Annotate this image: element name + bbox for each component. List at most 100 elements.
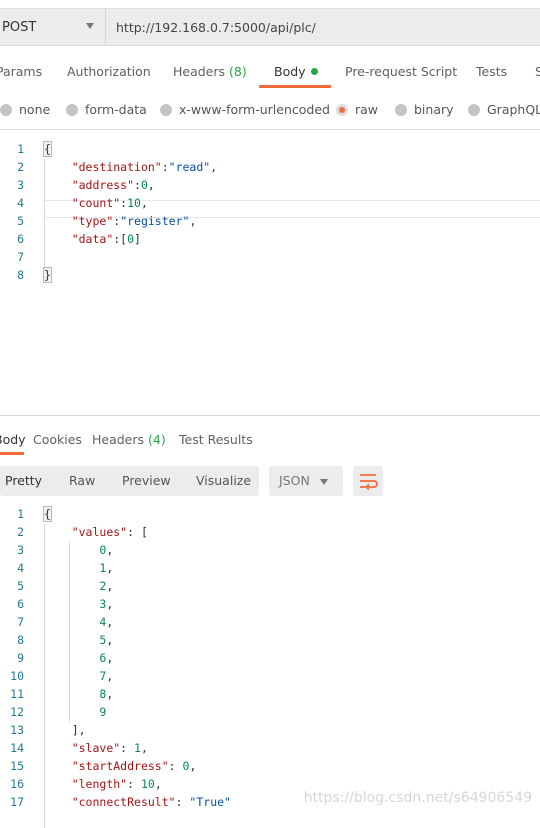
tab-authorization[interactable]: Authorization [67,64,151,79]
code-line: { [43,506,52,522]
code-line: 1, [44,561,113,575]
json-punctuation: , [106,633,114,647]
tab-tests[interactable]: Tests [476,64,507,79]
tab-params[interactable]: Params [0,64,42,79]
code-line: 4, [44,615,113,629]
tab-label: Body [274,64,306,79]
view-preview-button[interactable]: Preview [122,473,171,488]
radio-icon [66,103,78,116]
format-select[interactable]: JSON [269,466,343,496]
json-punctuation [44,214,72,228]
json-punctuation: : [120,741,135,755]
json-key: "address" [71,178,135,192]
code-line: { [43,141,52,157]
radio-raw[interactable]: raw [336,102,378,117]
response-tab-cookies[interactable]: Cookies [33,432,82,447]
tab-headers[interactable]: Headers (8) [173,64,247,79]
radio-graphql[interactable]: GraphQL [468,102,540,117]
watermark: https://blog.csdn.net/s64906549 [303,790,532,806]
view-pretty-button[interactable]: Pretty [5,473,42,488]
url-input[interactable]: http://192.168.0.7:5000/api/plc/ [116,9,316,45]
json-key: "length" [71,777,128,791]
status-dot-icon [310,68,318,75]
json-punctuation: , [106,687,114,701]
json-punctuation [44,759,72,773]
line-number: 6 [17,597,24,611]
response-tab-test-results[interactable]: Test Results [179,432,253,447]
json-punctuation: : [127,777,141,791]
json-punctuation: , [147,178,155,192]
active-tab-indicator [259,85,331,88]
code-line: "address":0, [44,178,155,192]
radio-label: form-data [85,102,147,117]
line-number: 7 [17,615,24,629]
json-key: "connectResult" [71,795,176,809]
json-punctuation [44,615,99,629]
code-line: 3, [44,597,113,611]
response-tab-body[interactable]: Body [0,432,26,447]
tab-body[interactable]: Body [274,64,318,79]
json-key: "destination" [71,160,162,174]
json-string: "True" [189,795,231,809]
radio-binary[interactable]: binary [395,102,454,117]
line-number: 1 [17,507,24,521]
tab-settings[interactable]: S [535,64,540,79]
request-body-editor[interactable]: 1{2 "destination":"read", 3 "address":0, 4… [0,141,540,411]
radio-x-www-form-urlencoded[interactable]: x-www-form-urlencoded [160,102,330,117]
json-punctuation: , [106,651,114,665]
json-key: "values" [71,525,128,539]
json-punctuation [44,669,99,683]
request-bar: POST http://192.168.0.7:5000/api/plc/ [0,8,540,46]
json-number: 10 [127,196,141,210]
json-key: "count" [71,196,121,210]
json-punctuation [44,232,72,246]
json-key: "slave" [71,741,121,755]
tab-pre-request-script[interactable]: Pre-request Script [345,64,457,79]
code-line: 8, [44,687,113,701]
json-punctuation: ] [134,232,141,246]
json-number: 9 [99,705,107,719]
json-punctuation: { [43,141,52,157]
code-line: 9 [44,705,106,719]
json-punctuation: , [106,543,114,557]
json-punctuation [44,687,99,701]
response-tab-headers[interactable]: Headers (4) [92,432,166,447]
line-number: 9 [17,651,24,665]
chevron-down-icon [86,23,94,29]
headers-count: (8) [229,64,247,79]
code-line: ], [44,723,86,737]
code-line: } [43,267,52,283]
line-number: 11 [10,687,24,701]
line-number: 5 [17,579,24,593]
json-punctuation: , [140,741,148,755]
json-punctuation [44,561,99,575]
radio-form-data[interactable]: form-data [66,102,147,117]
json-string: "read" [168,160,211,174]
view-mode-group: Pretty Raw Preview Visualize [0,466,259,496]
radio-icon [160,103,172,116]
json-punctuation [44,705,99,719]
json-number: 1 [134,741,141,755]
json-punctuation: } [43,267,52,283]
json-key: "type" [71,214,114,228]
json-punctuation: , [210,160,218,174]
radio-none[interactable]: none [0,102,50,117]
chevron-down-icon [320,479,328,485]
wrap-lines-icon [360,474,378,491]
wrap-lines-button[interactable] [353,466,383,496]
method-select[interactable]: POST [0,9,106,45]
radio-label: binary [414,102,454,117]
line-number: 2 [17,160,24,174]
json-punctuation: :[ [113,232,128,246]
json-number: 0 [127,232,135,246]
view-raw-button[interactable]: Raw [69,473,95,488]
json-punctuation [44,178,72,192]
radio-label: none [19,102,51,117]
json-punctuation: : [161,160,169,174]
code-line: "destination":"read", [44,160,217,174]
json-punctuation [44,741,72,755]
json-punctuation: : [168,759,183,773]
json-punctuation: , [189,214,197,228]
line-number: 4 [17,561,24,575]
view-visualize-button[interactable]: Visualize [196,473,251,488]
